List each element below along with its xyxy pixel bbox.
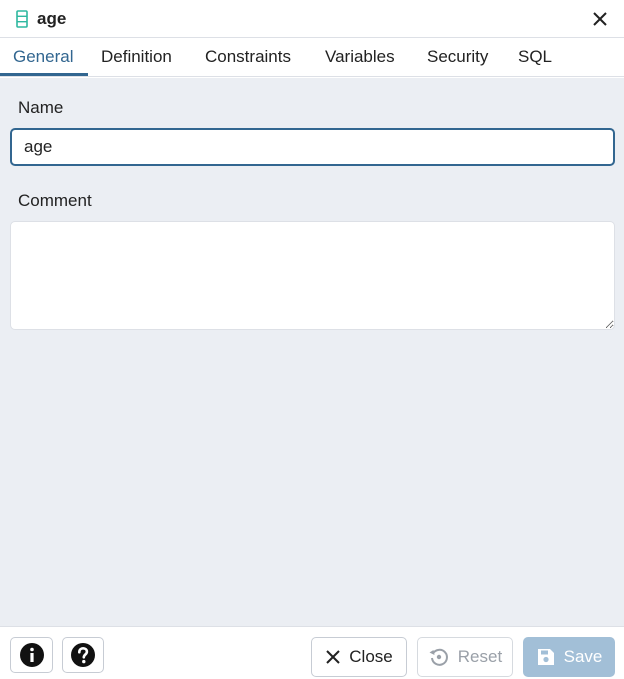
dialog-titlebar: age xyxy=(0,0,624,38)
tab-general[interactable]: General xyxy=(13,38,73,77)
comment-field[interactable] xyxy=(10,221,615,330)
close-button-label: Close xyxy=(349,647,393,666)
close-button[interactable]: Close xyxy=(311,637,407,677)
info-button[interactable] xyxy=(10,637,53,673)
close-icon[interactable] xyxy=(590,9,610,29)
tab-definition[interactable]: Definition xyxy=(101,38,172,77)
help-icon xyxy=(71,643,95,667)
save-button-label: Save xyxy=(563,647,603,666)
save-button[interactable]: Save xyxy=(523,637,615,677)
comment-label: Comment xyxy=(18,191,92,210)
column-icon xyxy=(16,10,28,28)
tab-bar: General Definition Constraints Variables… xyxy=(0,38,624,77)
tab-security[interactable]: Security xyxy=(427,38,488,77)
close-icon xyxy=(326,650,340,664)
reset-icon xyxy=(429,648,448,666)
active-tab-indicator xyxy=(0,73,88,76)
name-input[interactable] xyxy=(10,128,615,166)
tab-variables[interactable]: Variables xyxy=(325,38,395,77)
tab-constraints[interactable]: Constraints xyxy=(205,38,291,77)
dialog-footer: Close Reset Save xyxy=(0,626,624,679)
reset-button[interactable]: Reset xyxy=(417,637,513,677)
name-label: Name xyxy=(18,98,64,117)
save-icon xyxy=(537,649,554,665)
help-button[interactable] xyxy=(62,637,104,673)
reset-button-label: Reset xyxy=(457,647,503,666)
tab-sql[interactable]: SQL xyxy=(518,38,552,77)
dialog-title: age xyxy=(37,9,67,28)
info-icon xyxy=(19,643,44,667)
